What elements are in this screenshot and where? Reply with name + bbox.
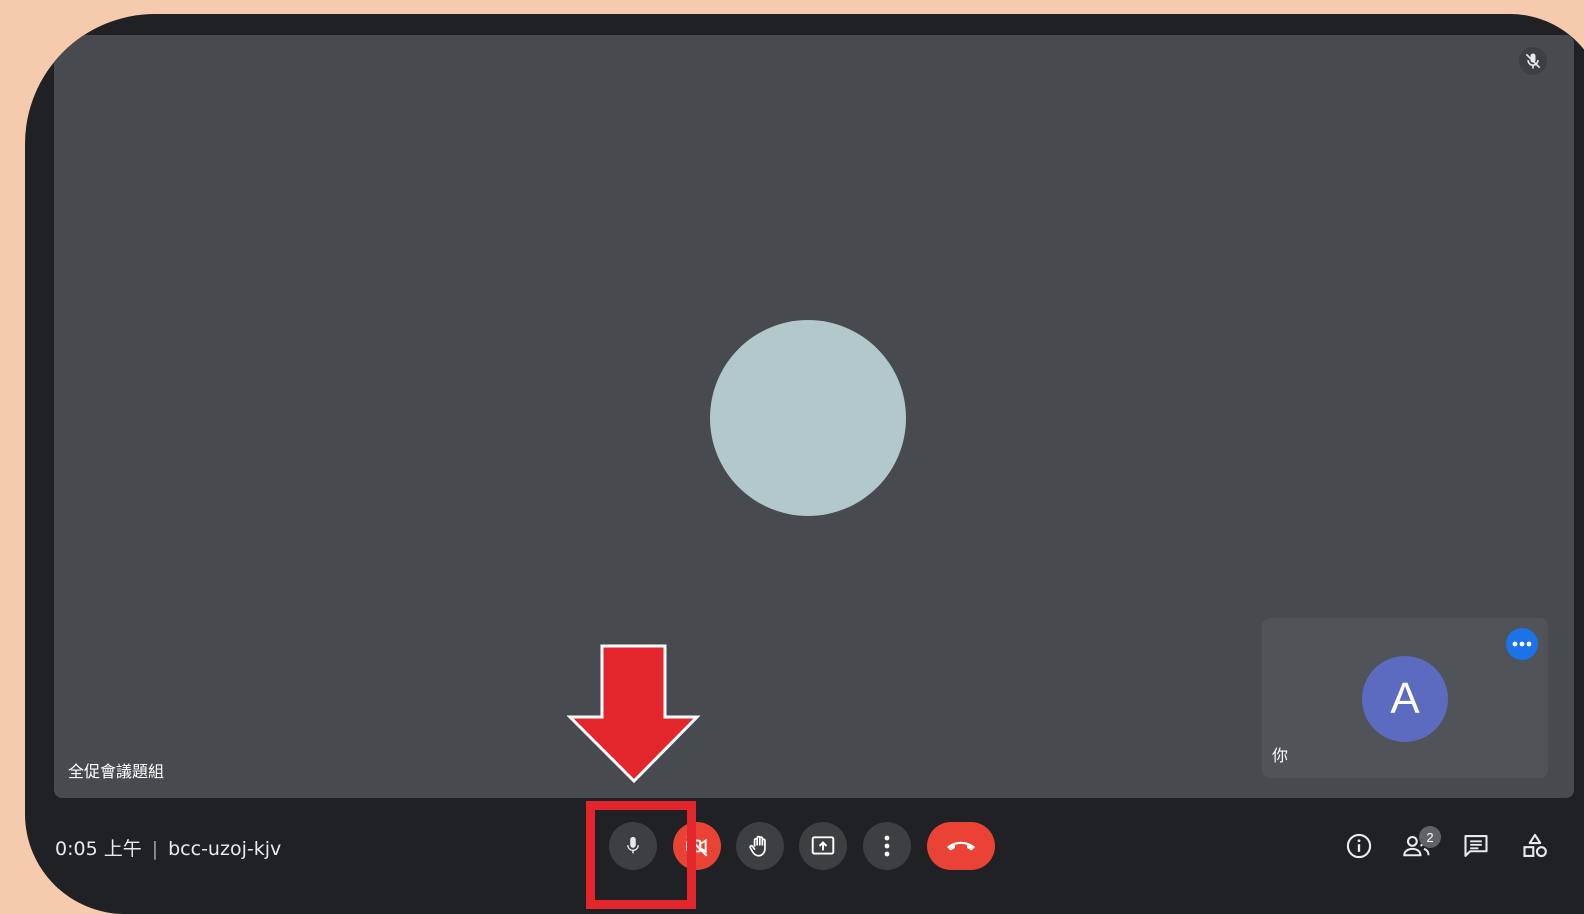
meeting-time: 0:05 上午 [55, 838, 142, 860]
self-video-tile: A 你 [1262, 618, 1548, 778]
activities-icon [1523, 833, 1547, 858]
meet-window: 全促會議題組 A 你 0:05 上午 | bcc-uzoj-kjv 2 [25, 14, 1584, 914]
mic-off-icon [1519, 47, 1547, 75]
self-label: 你 [1272, 746, 1289, 765]
raise-hand-button[interactable] [736, 822, 784, 870]
control-bar: 0:05 上午 | bcc-uzoj-kjv 2 [25, 798, 1584, 914]
info-icon [1346, 833, 1372, 859]
chat-button[interactable] [1452, 822, 1500, 870]
participant-avatar [710, 320, 906, 516]
hang-up-icon [947, 841, 975, 851]
raise-hand-icon [749, 835, 766, 857]
more-options-button[interactable] [863, 822, 911, 870]
activities-button[interactable] [1511, 822, 1559, 870]
people-button[interactable]: 2 [1393, 822, 1441, 870]
present-screen-icon [811, 836, 835, 855]
separator: | [151, 838, 159, 860]
participants-count-badge: 2 [1419, 826, 1441, 848]
meeting-details: 0:05 上午 | bcc-uzoj-kjv [55, 834, 281, 861]
self-avatar: A [1362, 656, 1448, 742]
hang-up-button[interactable] [927, 822, 995, 870]
present-button[interactable] [799, 822, 847, 870]
chat-icon [1464, 835, 1488, 857]
meeting-code: bcc-uzoj-kjv [168, 838, 282, 860]
participant-name: 全促會議題組 [68, 762, 165, 781]
more-options-icon [884, 835, 890, 857]
more-options-icon[interactable] [1506, 628, 1538, 660]
mic-highlight-box [586, 801, 696, 909]
info-button[interactable] [1335, 822, 1383, 870]
arrow-down-icon [567, 644, 701, 784]
